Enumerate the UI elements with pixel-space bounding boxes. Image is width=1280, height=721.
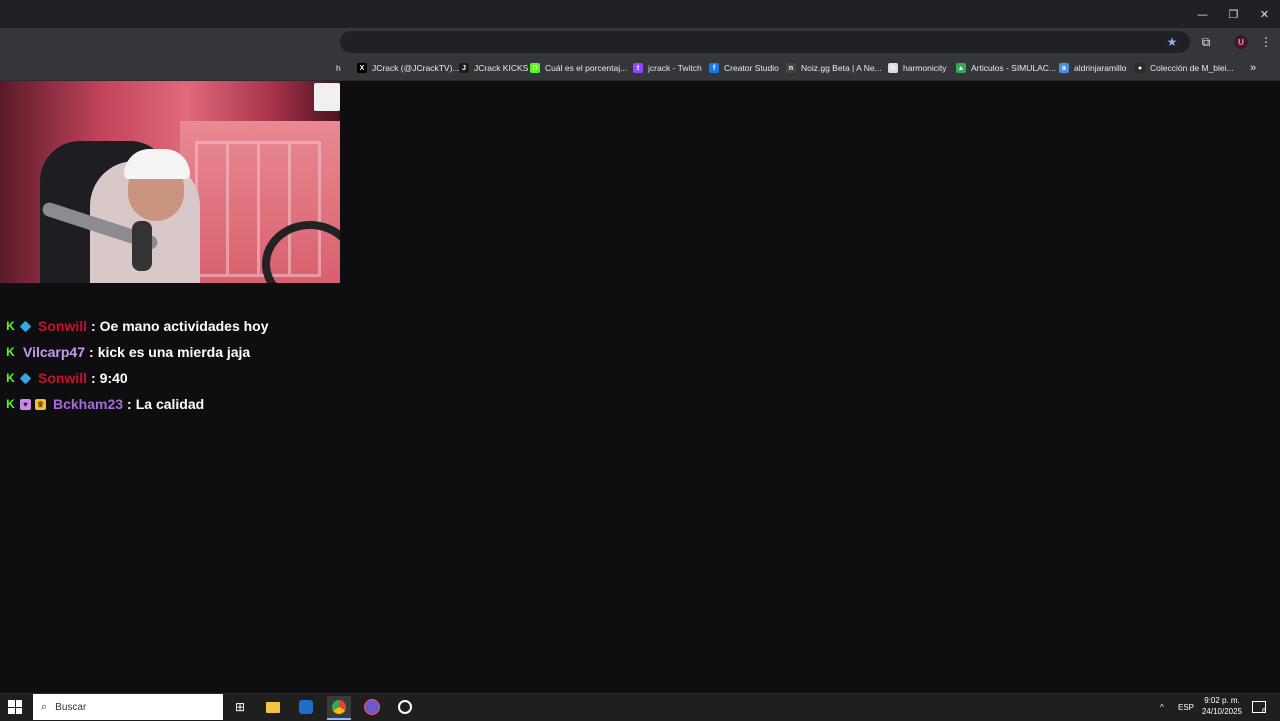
- star-bookmark-icon[interactable]: ★: [1163, 33, 1181, 51]
- chat-text: La calidad: [135, 396, 205, 412]
- close-button[interactable]: ✕: [1249, 0, 1280, 28]
- cube-badge-icon: [19, 320, 32, 332]
- bookmark-item[interactable]: J JCrack KICKS: [459, 56, 528, 80]
- bookmark-label: Colección de M_blei...: [1150, 63, 1234, 73]
- browser-titlebar: [0, 0, 1280, 28]
- bookmark-favicon-icon: t: [633, 63, 643, 73]
- crown-badge-icon: ♛: [35, 398, 46, 410]
- sub-badge-icon: ♥: [20, 398, 31, 410]
- bookmark-label: Noiz.gg Beta | A Ne...: [801, 63, 882, 73]
- page-content: K Sonwill: Oe mano actividades hoy K Vilcarp…: [0, 81, 1280, 693]
- tray-chevron-icon[interactable]: ^: [1160, 694, 1164, 720]
- chat-username[interactable]: Sonwill: [38, 370, 87, 386]
- chat-username[interactable]: Vilcarp47: [23, 344, 85, 360]
- chat-username[interactable]: Sonwill: [38, 318, 87, 334]
- taskbar-clock[interactable]: 9:02 p. m. 24/10/2025: [1200, 695, 1244, 717]
- chat-username[interactable]: Bckham23: [53, 396, 123, 412]
- bookmark-item[interactable]: ▲ Articulos - SIMULAC...: [956, 56, 1056, 80]
- bookmark-favicon-icon: J: [459, 63, 469, 73]
- bookmark-label: aldrinjaramillo: [1074, 63, 1127, 73]
- bookmark-favicon-icon: a: [1059, 63, 1069, 73]
- bookmark-favicon-icon: ●: [1135, 63, 1145, 73]
- bookmark-item[interactable]: X JCrack (@JCrackTV)...: [357, 56, 460, 80]
- bookmark-item[interactable]: a aldrinjaramillo: [1059, 56, 1126, 80]
- profile-avatar[interactable]: U: [1232, 33, 1250, 51]
- bookmark-favicon-icon: ▲: [956, 63, 966, 73]
- bookmark-label: Creator Studio: [724, 63, 779, 73]
- chat-overlay: K Sonwill: Oe mano actividades hoy K Vilcarp…: [5, 313, 269, 417]
- taskbar-search[interactable]: ⌕ Buscar: [33, 694, 223, 720]
- outlook-icon[interactable]: [294, 696, 318, 718]
- bookmark-label: Articulos - SIMULAC...: [971, 63, 1057, 73]
- bookmark-favicon-icon: f: [709, 63, 719, 73]
- chat-text: 9:40: [99, 370, 128, 386]
- recorder-icon[interactable]: [393, 696, 417, 718]
- chat-message: K Vilcarp47: kick es una mierda jaja: [5, 339, 269, 365]
- obs-icon[interactable]: [360, 696, 384, 718]
- webcam-feed: [0, 81, 340, 283]
- bookmark-label: harmonicity: [903, 63, 947, 73]
- window-controls: — ❐ ✕: [1187, 0, 1280, 28]
- chat-message: K ♥ ♛ Bckham23: La calidad: [5, 391, 269, 417]
- chat-message: K Sonwill: Oe mano actividades hoy: [5, 313, 269, 339]
- kick-badge-icon: K: [6, 397, 15, 411]
- bookmark-item[interactable]: t jcrack - Twitch: [633, 56, 702, 80]
- bookmark-favicon-icon: h: [888, 63, 898, 73]
- bookmark-item[interactable]: ● Colección de M_blei...: [1135, 56, 1234, 80]
- kick-badge-icon: K: [6, 345, 15, 359]
- chat-message: K Sonwill:9:40: [5, 365, 269, 391]
- bookmark-favicon-icon: n: [786, 63, 796, 73]
- bookmark-label: JCrack KICKS: [474, 63, 529, 73]
- bookmark-item[interactable]: h harmonicity: [888, 56, 946, 80]
- chat-separator: :: [127, 396, 132, 412]
- language-indicator[interactable]: ESP: [1178, 694, 1194, 720]
- bookmark-favicon-icon: X: [357, 63, 367, 73]
- chat-separator: :: [91, 370, 96, 386]
- restore-button[interactable]: ❐: [1218, 0, 1249, 28]
- cube-badge-icon: [19, 372, 32, 384]
- search-placeholder: Buscar: [55, 701, 87, 713]
- task-view-icon[interactable]: ⊞: [228, 696, 252, 718]
- clock-time: 9:02 p. m.: [1204, 696, 1240, 705]
- bookmark-item[interactable]: h: [336, 56, 341, 80]
- file-explorer-icon[interactable]: [261, 696, 285, 718]
- extensions-icon[interactable]: ⧉: [1197, 33, 1215, 51]
- chat-separator: :: [89, 344, 94, 360]
- browser-menu-icon[interactable]: ⋮: [1257, 33, 1275, 51]
- chat-separator: :: [91, 318, 96, 334]
- minimize-button[interactable]: —: [1187, 0, 1218, 28]
- notification-icon: [1252, 701, 1266, 713]
- bookmark-label: Cuál es el porcentaj...: [545, 63, 628, 73]
- bookmark-label: JCrack (@JCrackTV)...: [372, 63, 460, 73]
- bookmark-label: h: [336, 63, 341, 73]
- notifications-button[interactable]: 6: [1252, 694, 1266, 720]
- address-bar[interactable]: [340, 31, 1190, 53]
- kick-badge-icon: K: [6, 371, 15, 385]
- bookmark-item[interactable]: D Cuál es el porcentaj...: [530, 56, 627, 80]
- chrome-icon[interactable]: [327, 696, 351, 720]
- bookmark-favicon-icon: D: [530, 63, 540, 73]
- bookmark-item[interactable]: n Noiz.gg Beta | A Ne...: [786, 56, 882, 80]
- search-icon: ⌕: [41, 700, 48, 713]
- clock-date: 24/10/2025: [1201, 707, 1243, 716]
- chat-text: Oe mano actividades hoy: [99, 318, 269, 334]
- start-button[interactable]: [8, 700, 22, 714]
- chat-text: kick es una mierda jaja: [97, 344, 251, 360]
- bookmark-label: jcrack - Twitch: [648, 63, 702, 73]
- bookmarks-overflow-button[interactable]: »: [1250, 56, 1256, 80]
- bookmark-item[interactable]: f Creator Studio: [709, 56, 779, 80]
- kick-badge-icon: K: [6, 319, 15, 333]
